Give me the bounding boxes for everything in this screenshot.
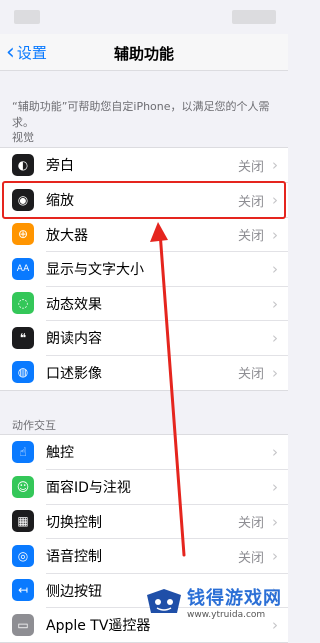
watermark-url: www.ytruida.com xyxy=(187,610,266,620)
watermark: 钱得游戏网 www.ytruida.com xyxy=(145,584,282,620)
watermark-logo-icon xyxy=(147,589,181,613)
watermark-title: 钱得游戏网 xyxy=(187,588,282,609)
red-arrow-annotation xyxy=(150,222,186,557)
